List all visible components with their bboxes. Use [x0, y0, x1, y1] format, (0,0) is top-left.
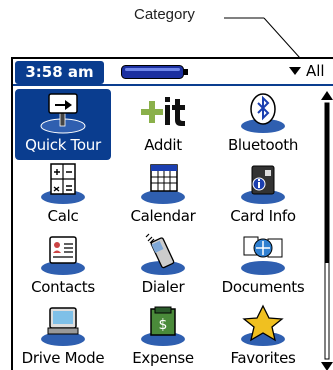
app-label: Contacts — [31, 278, 95, 296]
app-label: Card Info — [230, 207, 296, 225]
bluetooth-icon — [241, 93, 285, 133]
svg-text:$: $ — [159, 317, 168, 333]
app-favorites[interactable]: Favorites — [213, 302, 313, 370]
app-expense[interactable]: $ Expense — [113, 302, 213, 370]
app-label: Calc — [47, 207, 79, 225]
app-label: Documents — [221, 278, 305, 296]
documents-icon — [241, 236, 285, 275]
scroll-thumb — [325, 103, 329, 263]
app-addit[interactable]: Addit — [113, 89, 213, 160]
app-label: Favorites — [230, 349, 296, 367]
app-label: Calendar — [130, 207, 196, 225]
app-calc[interactable]: Calc — [13, 160, 113, 231]
app-calendar[interactable]: Calendar — [113, 160, 213, 231]
app-dialer[interactable]: Dialer — [113, 231, 213, 302]
app-label: Quick Tour — [25, 136, 101, 154]
category-selector[interactable]: All — [306, 62, 325, 80]
app-contacts[interactable]: Contacts — [13, 231, 113, 302]
quick-tour-icon — [40, 93, 86, 134]
app-documents[interactable]: Documents — [213, 231, 313, 302]
app-label: Drive Mode — [21, 349, 105, 367]
app-label: Expense — [132, 349, 194, 367]
scroll-down-arrow-icon — [321, 362, 333, 370]
scroll-up-arrow-icon — [321, 91, 333, 100]
app-grid: Quick Tour Addit Bluetooth Calc Calendar… — [13, 89, 319, 369]
app-bluetooth[interactable]: Bluetooth — [213, 89, 313, 160]
clock[interactable]: 3:58 am — [15, 61, 104, 84]
dialer-icon — [141, 233, 185, 275]
addit-icon — [141, 97, 185, 126]
app-label: Bluetooth — [227, 136, 299, 154]
drive-mode-icon — [41, 307, 85, 346]
battery-icon[interactable] — [121, 65, 189, 79]
title-bar: 3:58 am All — [13, 59, 333, 84]
card-info-icon — [241, 165, 285, 204]
palm-screen: 3:58 am All Quick Tour Addit Bluetooth C… — [11, 57, 333, 370]
app-card-info[interactable]: Card Info — [213, 160, 313, 231]
app-drive-mode[interactable]: Drive Mode — [13, 302, 113, 370]
app-label: Addit — [144, 136, 182, 154]
calculator-icon — [41, 163, 85, 204]
expense-icon: $ — [141, 306, 185, 346]
category-dropdown-arrow-icon[interactable] — [289, 67, 301, 75]
scrollbar[interactable] — [320, 91, 333, 370]
app-quick-tour[interactable]: Quick Tour — [13, 89, 113, 160]
title-rule — [13, 84, 333, 86]
calendar-icon — [141, 164, 185, 204]
favorites-icon — [241, 304, 285, 346]
contacts-icon — [41, 236, 85, 275]
app-label: Dialer — [141, 278, 185, 296]
